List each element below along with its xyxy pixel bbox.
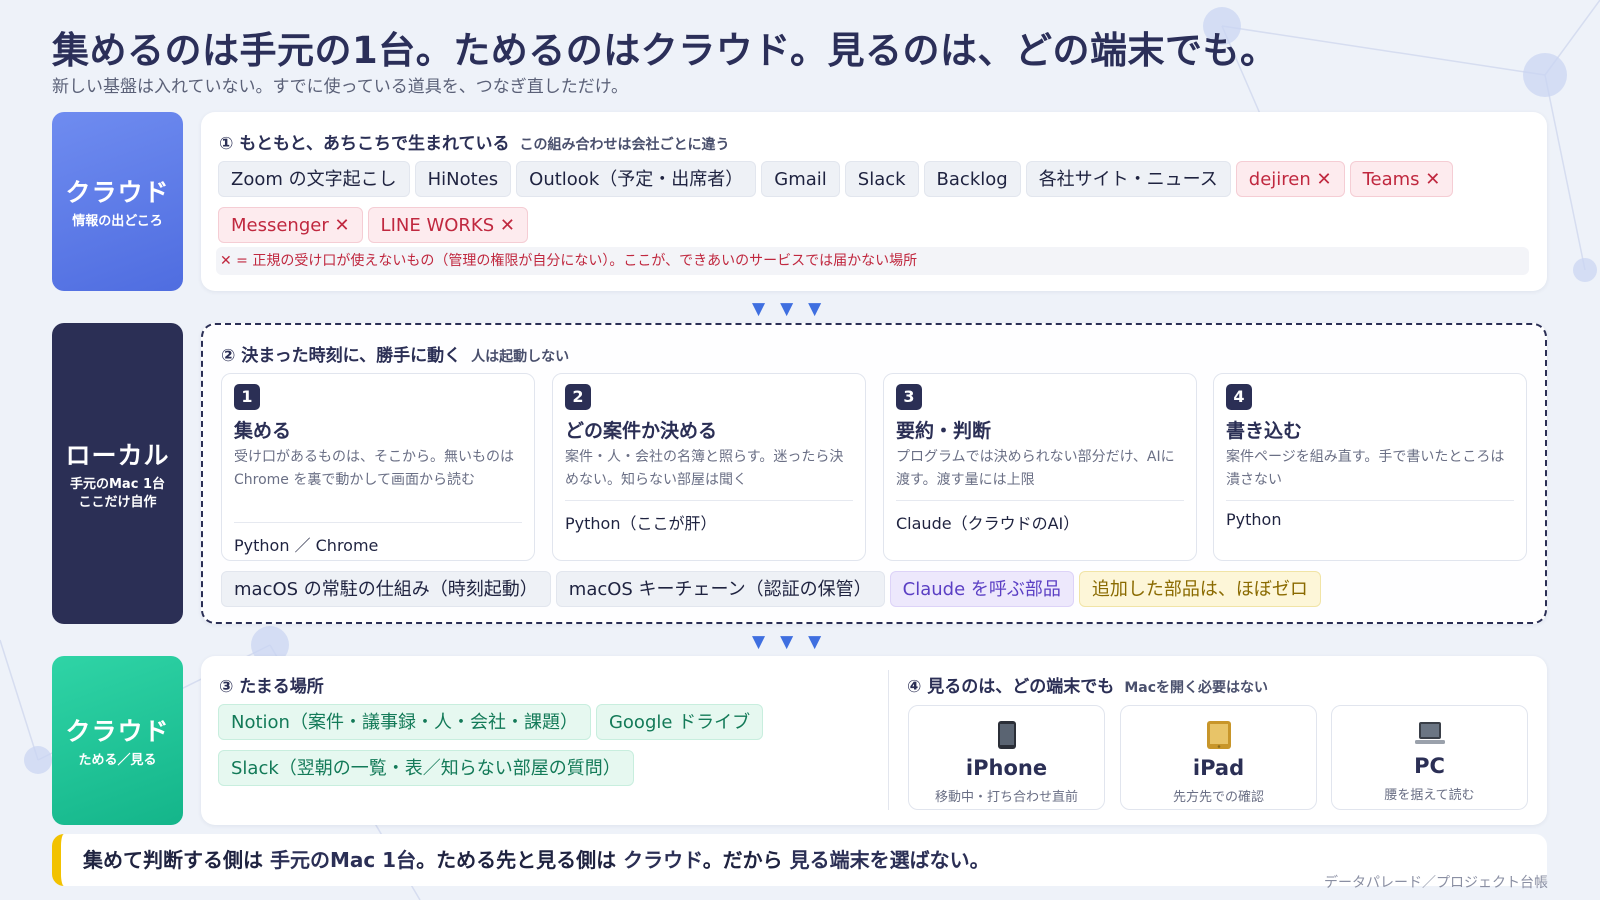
step-title: 集める [234, 420, 292, 442]
step-separator [565, 500, 853, 501]
component-chip-list: macOS の常駐の仕組み（時刻起動） macOS キーチェーン（認証の保管） Cl… [221, 571, 1541, 617]
step-number-badge: 4 [1226, 384, 1252, 410]
summary-bar: 集めて判断する側は 手元のMac 1台。ためる先と見る側は クラウド。だから 見… [52, 834, 1547, 886]
step-number-badge: 3 [896, 384, 922, 410]
section1-note: この組み合わせは会社ごとに違う [519, 137, 730, 153]
tag-chip: Zoom の文字起こし [218, 161, 410, 197]
row-label-cloud-store: クラウド ためる／見る [52, 656, 183, 825]
tag-chip: Teams ✕ [1349, 161, 1454, 197]
arrow-down-icon: ▼ [780, 299, 794, 319]
step-description: プログラムでは決められない部分だけ、AIに渡す。渡す量には上限 [896, 449, 1175, 488]
summary-highlight: 見る端末を選ばない。 [789, 848, 990, 872]
section4-note: Macを開く必要はない [1124, 680, 1268, 696]
tag-chip: Notion（案件・議事録・人・会社・課題） [218, 704, 591, 740]
laptop-icon [1332, 720, 1527, 752]
step-separator [1226, 500, 1514, 501]
device-description: 先方先での確認 [1172, 790, 1264, 805]
device-description: 腰を据えて読む [1384, 788, 1475, 803]
section1-heading: ① もともと、あちこちで生まれている この組み合わせは会社ごとに違う [219, 129, 729, 154]
tag-chip: 各社サイト・ニュース [1025, 161, 1231, 197]
section-divider [888, 670, 889, 810]
storage-chip-list: Notion（案件・議事録・人・会社・課題） Google ドライブ Slack（翌… [218, 704, 778, 796]
row-label-local: ローカル 手元のMac 1台 ここだけ自作 [52, 323, 183, 624]
summary-text: 集めて判断する側は [83, 848, 263, 872]
row-label-sub-line: 手元のMac 1台 [70, 476, 165, 492]
device-card: iPad 先方先での確認 [1120, 705, 1317, 810]
arrow-down-icon: ▼ [752, 632, 766, 652]
tag-chip: Gmail [761, 161, 840, 197]
tag-chip: Backlog [923, 161, 1021, 197]
device-card: PC 腰を据えて読む [1331, 705, 1528, 810]
row-label-sub: 手元のMac 1台 ここだけ自作 [70, 476, 165, 512]
tag-chip: dejiren ✕ [1235, 161, 1345, 197]
section3-heading: ③ たまる場所 [219, 677, 324, 697]
page-title: 集めるのは手元の1台。ためるのはクラウド。見るのは、どの端末でも。 [52, 29, 1278, 72]
section2-heading: ② 決まった時刻に、勝手に動く 人は起動しない [221, 341, 569, 366]
arrow-down-icon: ▼ [780, 632, 794, 652]
row-label-sub: 情報の出どころ [72, 213, 163, 229]
row-label-sub-line: ここだけ自作 [78, 494, 157, 510]
flow-arrows-1: ▼ ▼ ▼ [752, 299, 821, 319]
row-label-sub: ためる／見る [78, 752, 157, 768]
step-title: 書き込む [1226, 420, 1303, 442]
device-description: 移動中・打ち合わせ直前 [934, 790, 1078, 805]
summary-text: 。ためる先と見る側は [416, 848, 617, 872]
summary-highlight: 手元のMac 1台 [269, 848, 417, 872]
step-card: 2 どの案件か決める案件・人・会社の名簿と照らす。迷ったら決めない。知らない部屋は… [552, 373, 866, 561]
tag-chip: HiNotes [414, 161, 512, 197]
tag-chip: macOS の常駐の仕組み（時刻起動） [221, 571, 551, 607]
step-separator [896, 500, 1184, 501]
x-mark-legend: ✕ = 正規の受け口が使えないもの（管理の権限が自分にない）。ここが、できあいの… [216, 247, 1529, 275]
step-card: 3 要約・判断プログラムでは決められない部分だけ、AIに渡す。渡す量には上限 Cla… [883, 373, 1197, 561]
device-name: iPhone [965, 756, 1048, 780]
tag-chip: Claude を呼ぶ部品 [889, 571, 1074, 607]
tag-chip: Google ドライブ [595, 704, 764, 740]
flow-arrows-2: ▼ ▼ ▼ [752, 632, 821, 652]
step-title: 要約・判断 [896, 420, 992, 442]
row-label-cloud-source: クラウド 情報の出どころ [52, 112, 183, 291]
section2-note: 人は起動しない [471, 349, 570, 365]
smartphone-icon [909, 720, 1104, 754]
tag-chip: Outlook（予定・出席者） [516, 161, 757, 197]
section4-heading: ④ 見るのは、どの端末でも Macを開く必要はない [907, 672, 1268, 697]
summary-highlight: クラウド [623, 848, 703, 872]
step-number-badge: 2 [565, 384, 591, 410]
tag-chip: macOS キーチェーン（認証の保管） [555, 571, 885, 607]
page-subtitle: 新しい基盤は入れていない。すでに使っている道具を、つなぎ直しただけ。 [52, 77, 628, 97]
tablet-icon [1121, 720, 1316, 754]
tag-chip: Slack [844, 161, 919, 197]
arrow-down-icon: ▼ [808, 632, 822, 652]
source-chip-list: Zoom の文字起こし HiNotes Outlook（予定・出席者） Gmail Sl… [218, 161, 1538, 253]
row-label-title: クラウド [65, 716, 170, 746]
step-title: どの案件か決める [565, 420, 718, 442]
tag-chip: Slack（翌朝の一覧・表／知らない部屋の質問） [218, 750, 634, 786]
step-separator [234, 522, 522, 523]
step-card: 1 集める受け口があるものは、そこから。無いものは Chrome を裏で動かして画… [221, 373, 535, 561]
step-description: 受け口があるものは、そこから。無いものは Chrome を裏で動かして画面から読… [234, 449, 514, 488]
step-tool: Python（ここが肝） [565, 514, 717, 533]
step-description: 案件・人・会社の名簿と照らす。迷ったら決めない。知らない部屋は聞く [565, 449, 844, 488]
tag-chip: LINE WORKS ✕ [367, 207, 528, 243]
section2-title: ② 決まった時刻に、勝手に動く [221, 346, 462, 366]
footer-credit: データパレード／プロジェクト台帳 [1324, 875, 1548, 891]
device-card: iPhone 移動中・打ち合わせ直前 [908, 705, 1105, 810]
row-label-title: クラウド [65, 177, 170, 207]
tag-chip: 追加した部品は、ほぼゼロ [1078, 571, 1321, 607]
row-label-title: ローカル [65, 440, 170, 470]
section1-title: ① もともと、あちこちで生まれている [219, 134, 510, 154]
step-description: 案件ページを組み直す。手で書いたところは潰さない [1226, 449, 1505, 488]
step-tool: Python [1226, 510, 1282, 529]
step-tool: Python ／ Chrome [234, 536, 379, 555]
section4-title: ④ 見るのは、どの端末でも [907, 677, 1115, 697]
tag-chip: Messenger ✕ [218, 207, 363, 243]
step-tool: Claude（クラウドのAI） [896, 514, 1080, 533]
arrow-down-icon: ▼ [752, 299, 766, 319]
step-number-badge: 1 [234, 384, 260, 410]
arrow-down-icon: ▼ [808, 299, 822, 319]
device-name: PC [1414, 754, 1445, 778]
device-name: iPad [1192, 756, 1245, 780]
step-card: 4 書き込む案件ページを組み直す。手で書いたところは潰さない Python [1213, 373, 1527, 561]
summary-text: 。だから [702, 848, 783, 872]
